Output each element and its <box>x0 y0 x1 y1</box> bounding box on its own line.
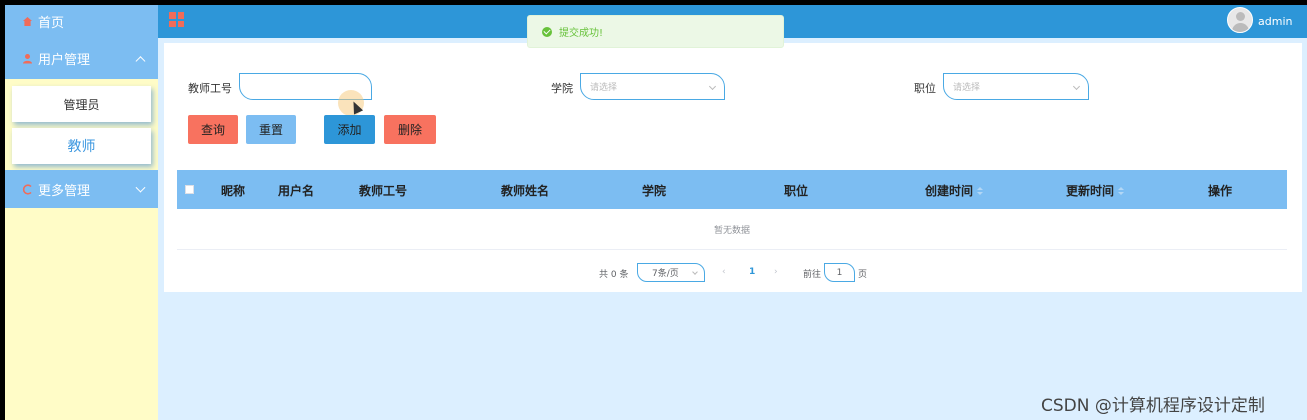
college-placeholder: 请选择 <box>590 83 618 93</box>
app-frame: 首页 用户管理 管理员 教师 更多管理 admin 提交成功! 教师工号 学院 … <box>5 5 1307 420</box>
position-placeholder: 请选择 <box>953 83 981 93</box>
sidebar-item-admin[interactable]: 管理员 <box>12 86 151 122</box>
pagination: 共 0 条 7条/页 ‹ 1 › 前往 1 页 <box>164 263 1302 283</box>
delete-button[interactable]: 删除 <box>384 115 436 144</box>
query-button[interactable]: 查询 <box>188 115 238 144</box>
sort-icon[interactable] <box>977 187 984 196</box>
goto-page-value: 1 <box>836 267 843 278</box>
more-icon <box>21 183 33 195</box>
column-nickname: 昵称 <box>221 184 246 198</box>
chevron-down-icon <box>1072 82 1081 91</box>
sidebar-item-admin-label: 管理员 <box>63 97 100 112</box>
pagination-total: 共 0 条 <box>599 270 629 280</box>
chevron-down-icon <box>708 82 717 91</box>
prev-page-icon[interactable]: ‹ <box>722 267 726 277</box>
sidebar-item-user-management[interactable]: 用户管理 <box>5 38 158 79</box>
home-icon <box>21 16 33 28</box>
user-icon <box>21 53 33 65</box>
success-icon <box>542 26 552 37</box>
chevron-down-icon <box>692 269 698 275</box>
position-select[interactable]: 请选择 <box>943 73 1089 100</box>
chevron-down-icon <box>135 182 146 193</box>
column-created-time-label: 创建时间 <box>925 184 974 198</box>
goto-page-input[interactable]: 1 <box>824 263 855 282</box>
column-position: 职位 <box>784 184 809 198</box>
column-college: 学院 <box>642 184 667 198</box>
goto-label: 前往 <box>803 270 822 280</box>
column-username: 用户名 <box>278 184 315 198</box>
toast-message: 提交成功! <box>559 28 604 39</box>
sidebar-submenu: 管理员 教师 <box>5 86 158 164</box>
college-label: 学院 <box>551 82 573 95</box>
user-name[interactable]: admin <box>1258 15 1292 28</box>
sidebar: 首页 用户管理 管理员 教师 更多管理 <box>5 5 158 420</box>
column-updated-time[interactable]: 更新时间 <box>1066 182 1125 199</box>
empty-table-message: 暂无数据 <box>177 209 1287 250</box>
sidebar-item-more-management[interactable]: 更多管理 <box>5 170 158 208</box>
sidebar-item-teacher-label: 教师 <box>67 139 96 155</box>
avatar[interactable] <box>1227 7 1253 33</box>
select-all-checkbox[interactable] <box>185 185 194 194</box>
column-teacher-name: 教师姓名 <box>501 184 550 198</box>
page-number[interactable]: 1 <box>749 267 755 277</box>
sidebar-item-more-label: 更多管理 <box>38 183 91 199</box>
teacher-id-label: 教师工号 <box>188 82 232 95</box>
add-button[interactable]: 添加 <box>324 115 375 144</box>
column-updated-time-label: 更新时间 <box>1066 184 1115 198</box>
success-toast: 提交成功! <box>527 15 784 48</box>
sidebar-item-home-label: 首页 <box>38 16 65 31</box>
next-page-icon[interactable]: › <box>774 267 778 277</box>
menu-grid-icon[interactable] <box>169 12 184 27</box>
sidebar-item-user-label: 用户管理 <box>38 53 91 68</box>
chevron-up-icon <box>135 55 146 66</box>
column-teacher-id: 教师工号 <box>359 184 408 198</box>
position-label: 职位 <box>914 82 936 95</box>
column-created-time[interactable]: 创建时间 <box>925 182 984 199</box>
page-size-select[interactable]: 7条/页 <box>637 263 705 282</box>
watermark: CSDN @计算机程序设计定制 <box>1041 396 1265 416</box>
college-select[interactable]: 请选择 <box>580 73 725 100</box>
reset-button[interactable]: 重置 <box>246 115 296 144</box>
page-size-value: 7条/页 <box>652 269 679 279</box>
column-actions: 操作 <box>1208 184 1233 198</box>
page-suffix: 页 <box>858 270 868 280</box>
sidebar-item-teacher[interactable]: 教师 <box>12 128 151 164</box>
content-card: 教师工号 学院 请选择 职位 请选择 查询 重置 添加 删除 昵称 用户名 教师… <box>164 43 1302 292</box>
sidebar-item-home[interactable]: 首页 <box>5 5 158 38</box>
sort-icon[interactable] <box>1118 187 1125 196</box>
table-header: 昵称 用户名 教师工号 教师姓名 学院 职位 创建时间 更新时间 操作 <box>177 170 1287 209</box>
